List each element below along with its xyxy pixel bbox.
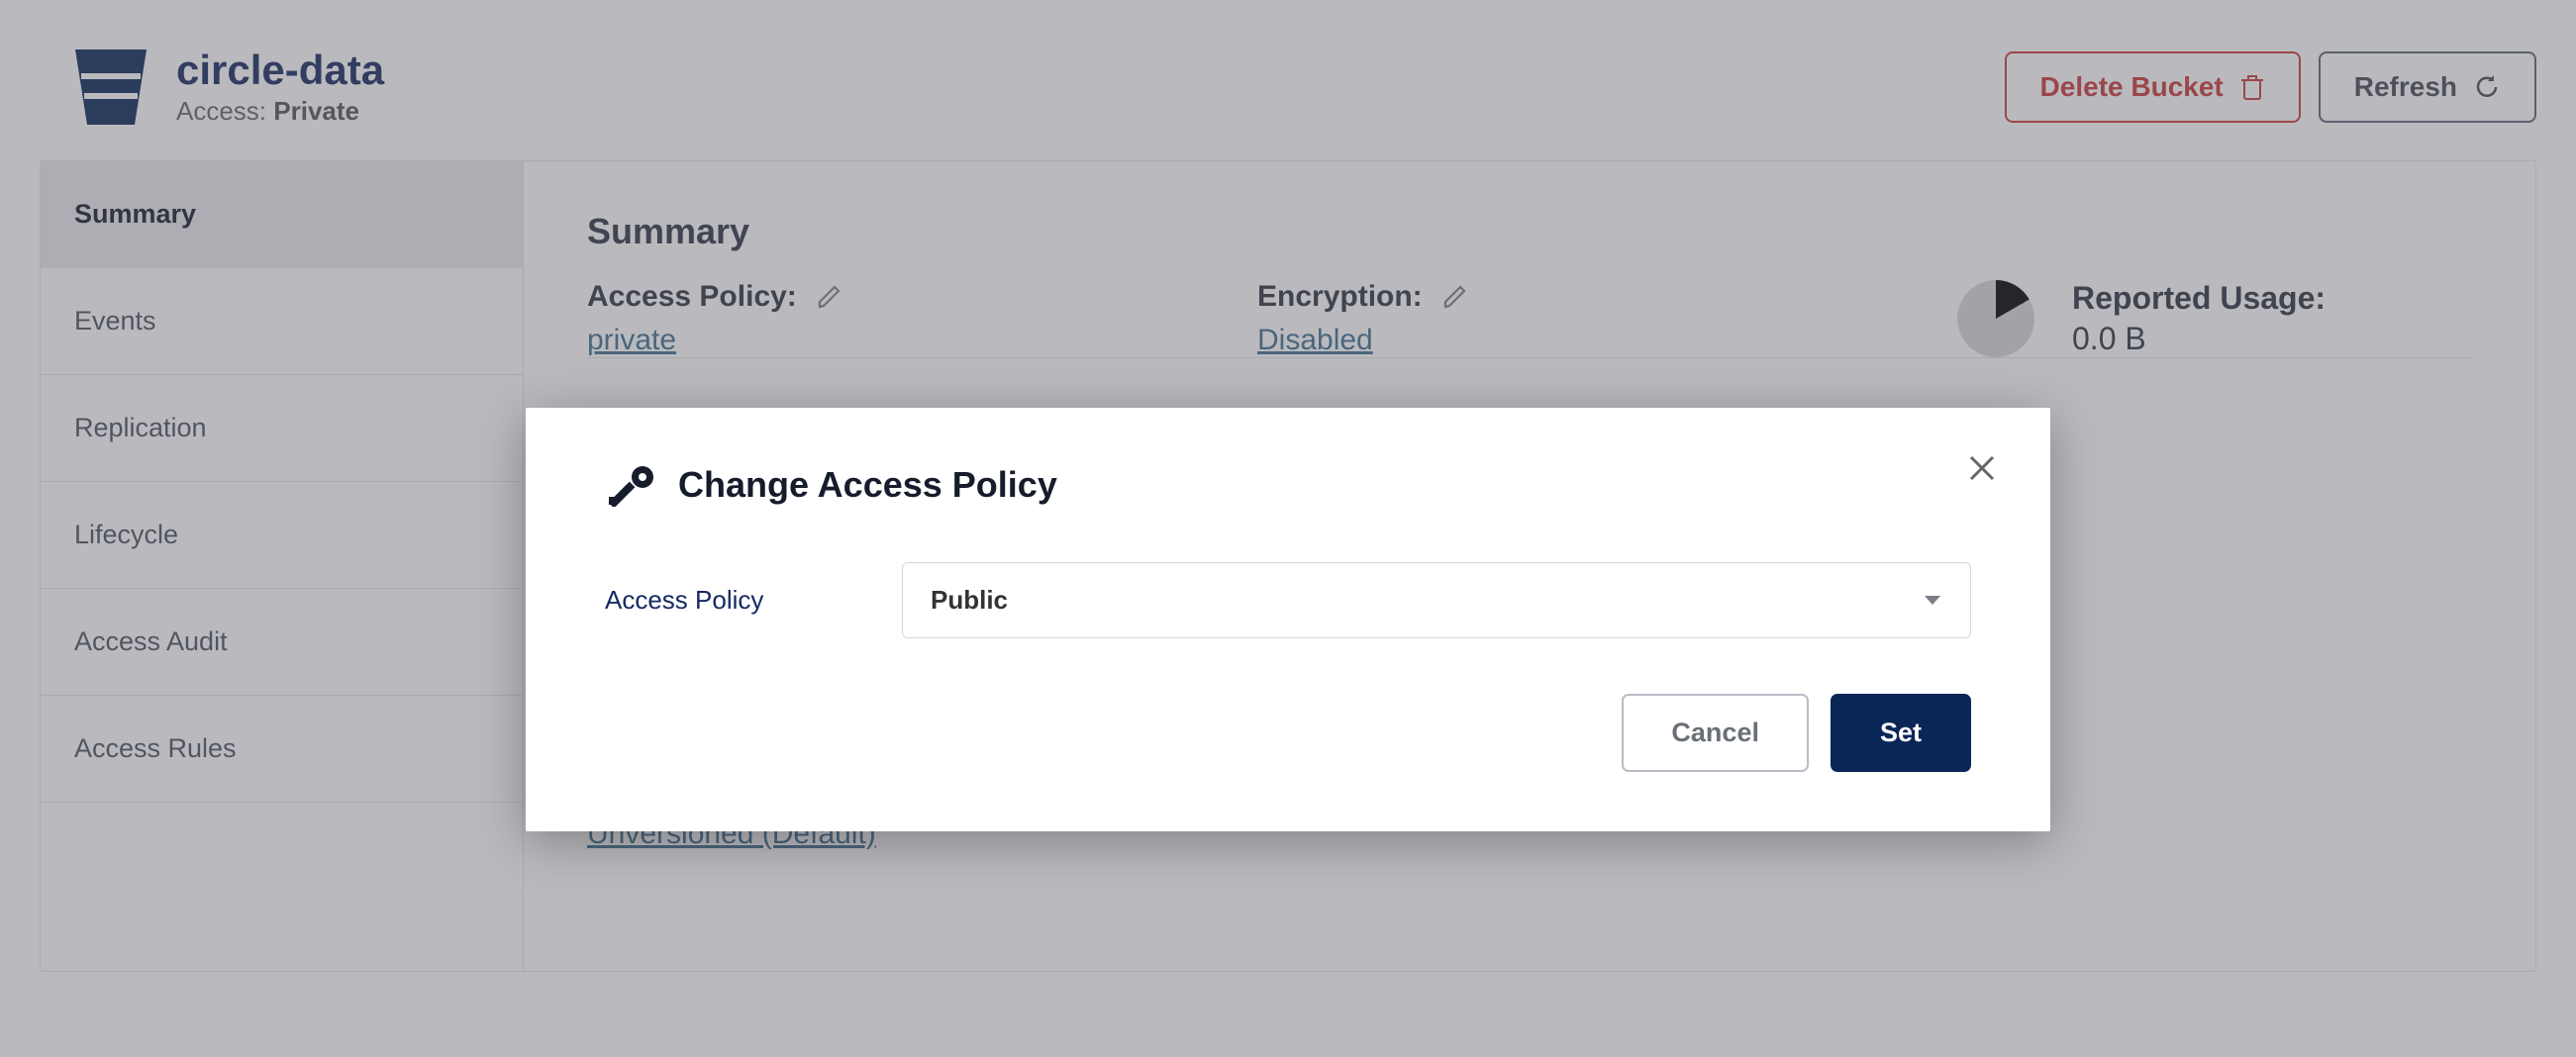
modal-body: Access Policy Public [605,562,1971,638]
key-icon [605,463,658,507]
close-icon[interactable] [1965,451,1999,485]
modal-actions: Cancel Set [605,694,1971,772]
set-button[interactable]: Set [1831,694,1971,772]
access-policy-selected: Public [931,585,1008,616]
change-access-policy-modal: Change Access Policy Access Policy Publi… [526,408,2050,831]
chevron-down-icon [1923,594,1942,608]
modal-title: Change Access Policy [678,464,1057,506]
cancel-button[interactable]: Cancel [1622,694,1809,772]
modal-overlay[interactable]: Change Access Policy Access Policy Publi… [0,0,2576,1057]
modal-header: Change Access Policy [605,463,1971,507]
modal-field-label: Access Policy [605,585,783,616]
access-policy-select[interactable]: Public [902,562,1971,638]
